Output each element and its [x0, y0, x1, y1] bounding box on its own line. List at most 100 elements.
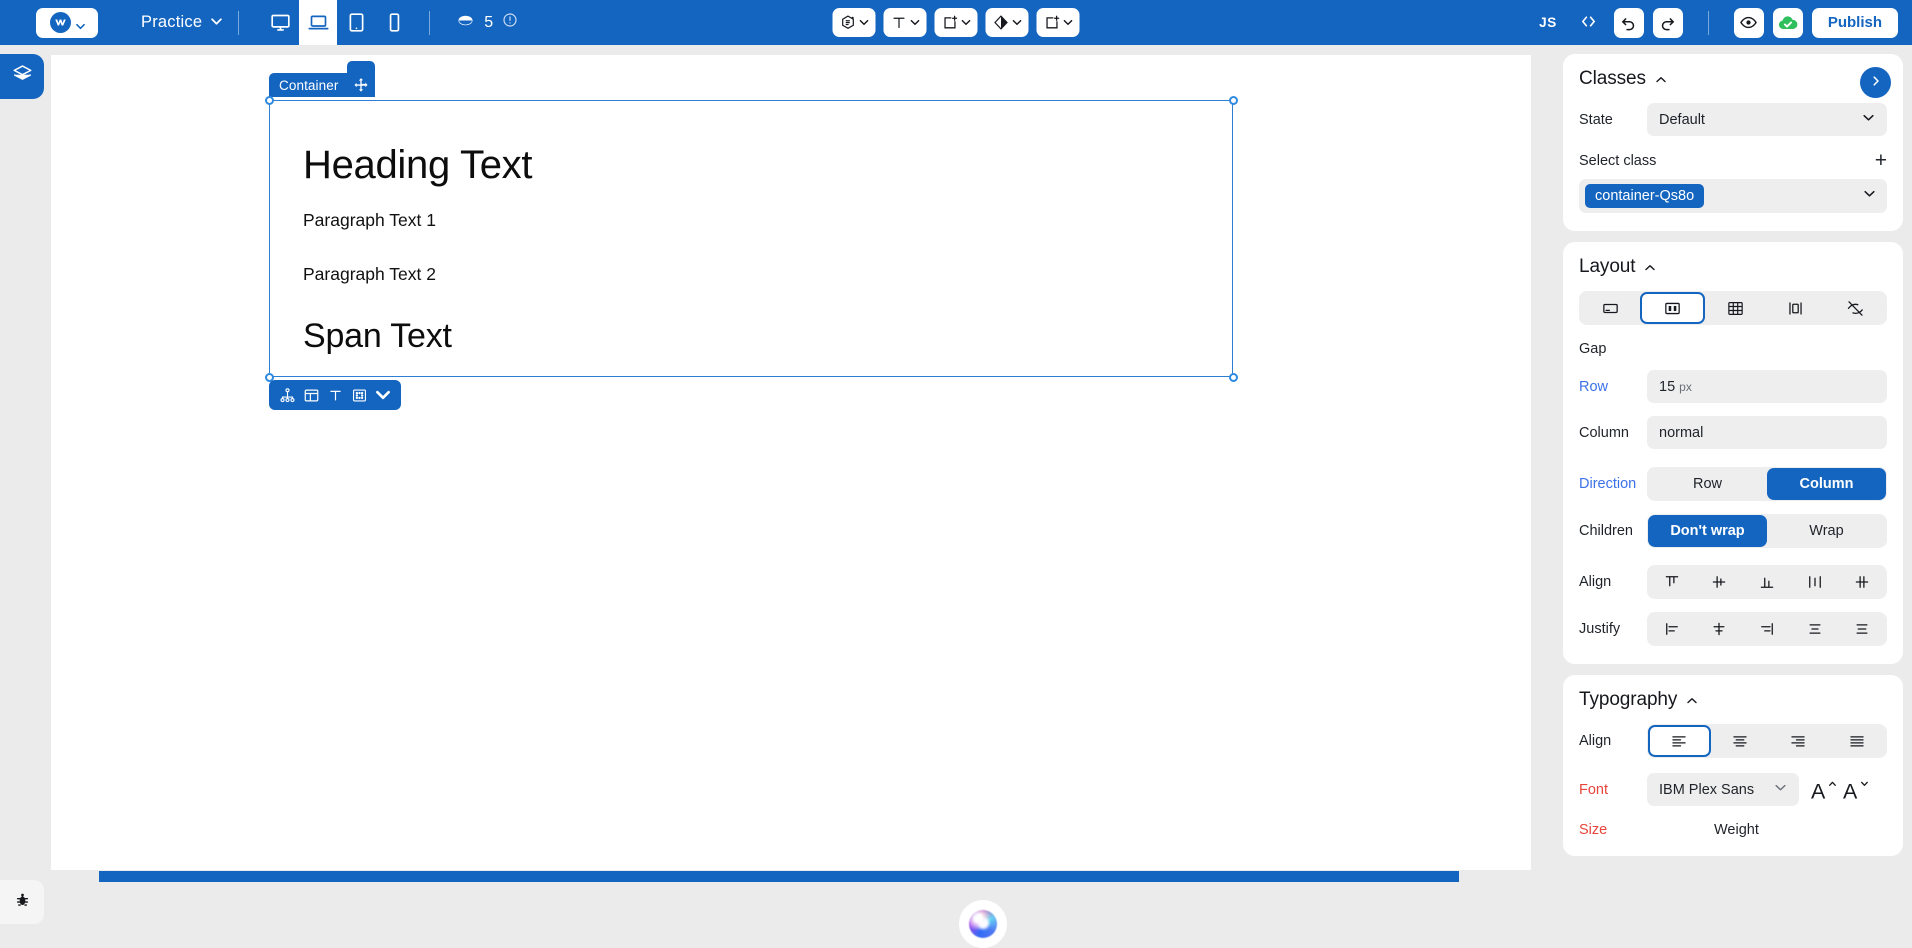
layout-panel-icon[interactable]: [299, 380, 323, 410]
canvas-paragraph-2[interactable]: Paragraph Text 2: [303, 264, 436, 285]
breakpoint-tablet[interactable]: [337, 0, 375, 45]
state-select[interactable]: Default: [1647, 103, 1887, 136]
direction-row-button[interactable]: Row: [1648, 468, 1767, 500]
chevron-down-icon: [1063, 19, 1073, 26]
undo-button[interactable]: [1613, 7, 1644, 38]
page-canvas[interactable]: Heading Text Paragraph Text 1 Paragraph …: [51, 55, 1531, 870]
text-align-justify-icon[interactable]: [1828, 725, 1887, 757]
canvas-heading[interactable]: Heading Text: [303, 143, 532, 188]
display-flex-button[interactable]: [1640, 292, 1705, 324]
chevron-up-icon[interactable]: [1655, 73, 1667, 85]
chevron-right-icon: [1870, 74, 1882, 92]
align-flex-center-icon[interactable]: [1696, 566, 1744, 598]
children-wrap-button[interactable]: Wrap: [1767, 515, 1886, 547]
chevron-up-icon[interactable]: [1644, 261, 1656, 273]
breakpoint-switcher: [261, 0, 413, 45]
svg-text:A: A: [1811, 779, 1826, 803]
align-baseline-icon[interactable]: [1838, 566, 1886, 598]
font-size-up-icon[interactable]: A: [1811, 777, 1839, 803]
ai-assistant-button[interactable]: [959, 900, 1007, 948]
breakpoint-mobile[interactable]: [375, 0, 413, 45]
display-none-button[interactable]: [1826, 292, 1886, 324]
pages-indicator[interactable]: 5: [456, 11, 518, 35]
scrollbar-thumb[interactable]: [99, 871, 1459, 882]
direction-column-button[interactable]: Column: [1767, 468, 1886, 500]
resize-handle-top-left[interactable]: [265, 96, 274, 105]
gap-label: Gap: [1579, 341, 1607, 357]
canvas-paragraph-1[interactable]: Paragraph Text 1: [303, 210, 436, 231]
chevron-down-icon[interactable]: [371, 380, 395, 410]
tool-components[interactable]: [832, 8, 876, 37]
plus-icon[interactable]: +: [1875, 150, 1887, 171]
align-stretch-icon[interactable]: [1791, 566, 1839, 598]
redo-button[interactable]: [1652, 7, 1683, 38]
justify-start-icon[interactable]: [1648, 613, 1696, 645]
display-inline-block-button[interactable]: [1765, 292, 1825, 324]
js-panel-button[interactable]: JS: [1533, 11, 1563, 34]
class-chip[interactable]: container-Qs8o: [1585, 184, 1705, 208]
justify-center-icon[interactable]: [1696, 613, 1744, 645]
font-family-value: IBM Plex Sans: [1659, 781, 1755, 798]
layout-header[interactable]: Layout: [1579, 256, 1887, 278]
font-family-select[interactable]: IBM Plex Sans: [1647, 773, 1799, 806]
breakpoint-laptop[interactable]: [299, 0, 338, 45]
chevron-down-icon: [859, 19, 869, 26]
tool-text[interactable]: [883, 8, 927, 37]
justify-group: [1647, 612, 1887, 646]
display-mode-row: [1579, 291, 1887, 325]
justify-end-icon[interactable]: [1743, 613, 1791, 645]
font-label: Font: [1579, 781, 1609, 798]
display-block-button[interactable]: [1580, 292, 1640, 324]
resize-handle-top-right[interactable]: [1229, 96, 1238, 105]
align-flex-end-icon[interactable]: [1743, 566, 1791, 598]
gap-row-input[interactable]: 15 px: [1647, 370, 1887, 403]
text-align-right-icon[interactable]: [1769, 725, 1828, 757]
publish-button[interactable]: Publish: [1811, 7, 1898, 38]
align-group: [1647, 565, 1887, 599]
classes-header[interactable]: Classes: [1579, 68, 1887, 90]
bug-icon: [13, 890, 32, 914]
text-align-center-icon[interactable]: [1711, 725, 1770, 757]
chevron-down-icon: [1012, 19, 1022, 26]
bug-report-button[interactable]: [0, 880, 44, 924]
class-select[interactable]: container-Qs8o: [1579, 179, 1887, 213]
chevron-up-icon[interactable]: [1686, 694, 1698, 706]
spacing-box-icon[interactable]: [347, 380, 371, 410]
node-tree-icon[interactable]: [275, 380, 299, 410]
selection-tag[interactable]: Container: [269, 61, 376, 97]
justify-between-icon[interactable]: [1791, 613, 1839, 645]
webflow-logo-button[interactable]: [36, 7, 98, 38]
text-align-left-icon[interactable]: [1648, 725, 1711, 757]
gap-row-label: Row: [1579, 378, 1609, 395]
code-brackets-icon[interactable]: [1572, 9, 1605, 37]
gap-row-unit: px: [1679, 379, 1692, 394]
typography-header[interactable]: Typography: [1579, 689, 1887, 711]
layers-panel-button[interactable]: [0, 54, 44, 99]
typography-card: Typography Align Font IBM Plex Sans A A …: [1563, 675, 1903, 856]
align-flex-start-icon[interactable]: [1648, 566, 1696, 598]
project-name-dropdown[interactable]: Practice: [141, 13, 222, 32]
font-size-down-icon[interactable]: A: [1843, 777, 1871, 803]
canvas-horizontal-scrollbar[interactable]: [51, 871, 1531, 882]
move-arrows-icon[interactable]: [347, 61, 376, 97]
info-circle-icon[interactable]: [502, 12, 518, 33]
gap-column-input[interactable]: normal: [1647, 416, 1887, 449]
children-dont-wrap-button[interactable]: Don't wrap: [1648, 515, 1767, 547]
sync-status-button[interactable]: [1772, 7, 1803, 38]
chevron-down-icon: [1774, 781, 1787, 798]
tool-add-element[interactable]: [934, 8, 978, 37]
text-T-icon[interactable]: [323, 380, 347, 410]
align-row: Align: [1579, 565, 1887, 599]
resize-handle-bottom-right[interactable]: [1229, 373, 1238, 382]
classes-next-button[interactable]: [1860, 67, 1891, 98]
breakpoint-desktop[interactable]: [261, 0, 299, 45]
classes-card: Classes State Default Select class + con…: [1563, 54, 1903, 231]
direction-group: Row Column: [1647, 467, 1887, 501]
tool-add-container[interactable]: [1036, 8, 1080, 37]
display-grid-button[interactable]: [1705, 292, 1765, 324]
preview-button[interactable]: [1733, 7, 1764, 38]
children-label: Children: [1579, 523, 1633, 539]
canvas-span[interactable]: Span Text: [303, 317, 452, 356]
justify-around-icon[interactable]: [1838, 613, 1886, 645]
tool-style[interactable]: [985, 8, 1029, 37]
